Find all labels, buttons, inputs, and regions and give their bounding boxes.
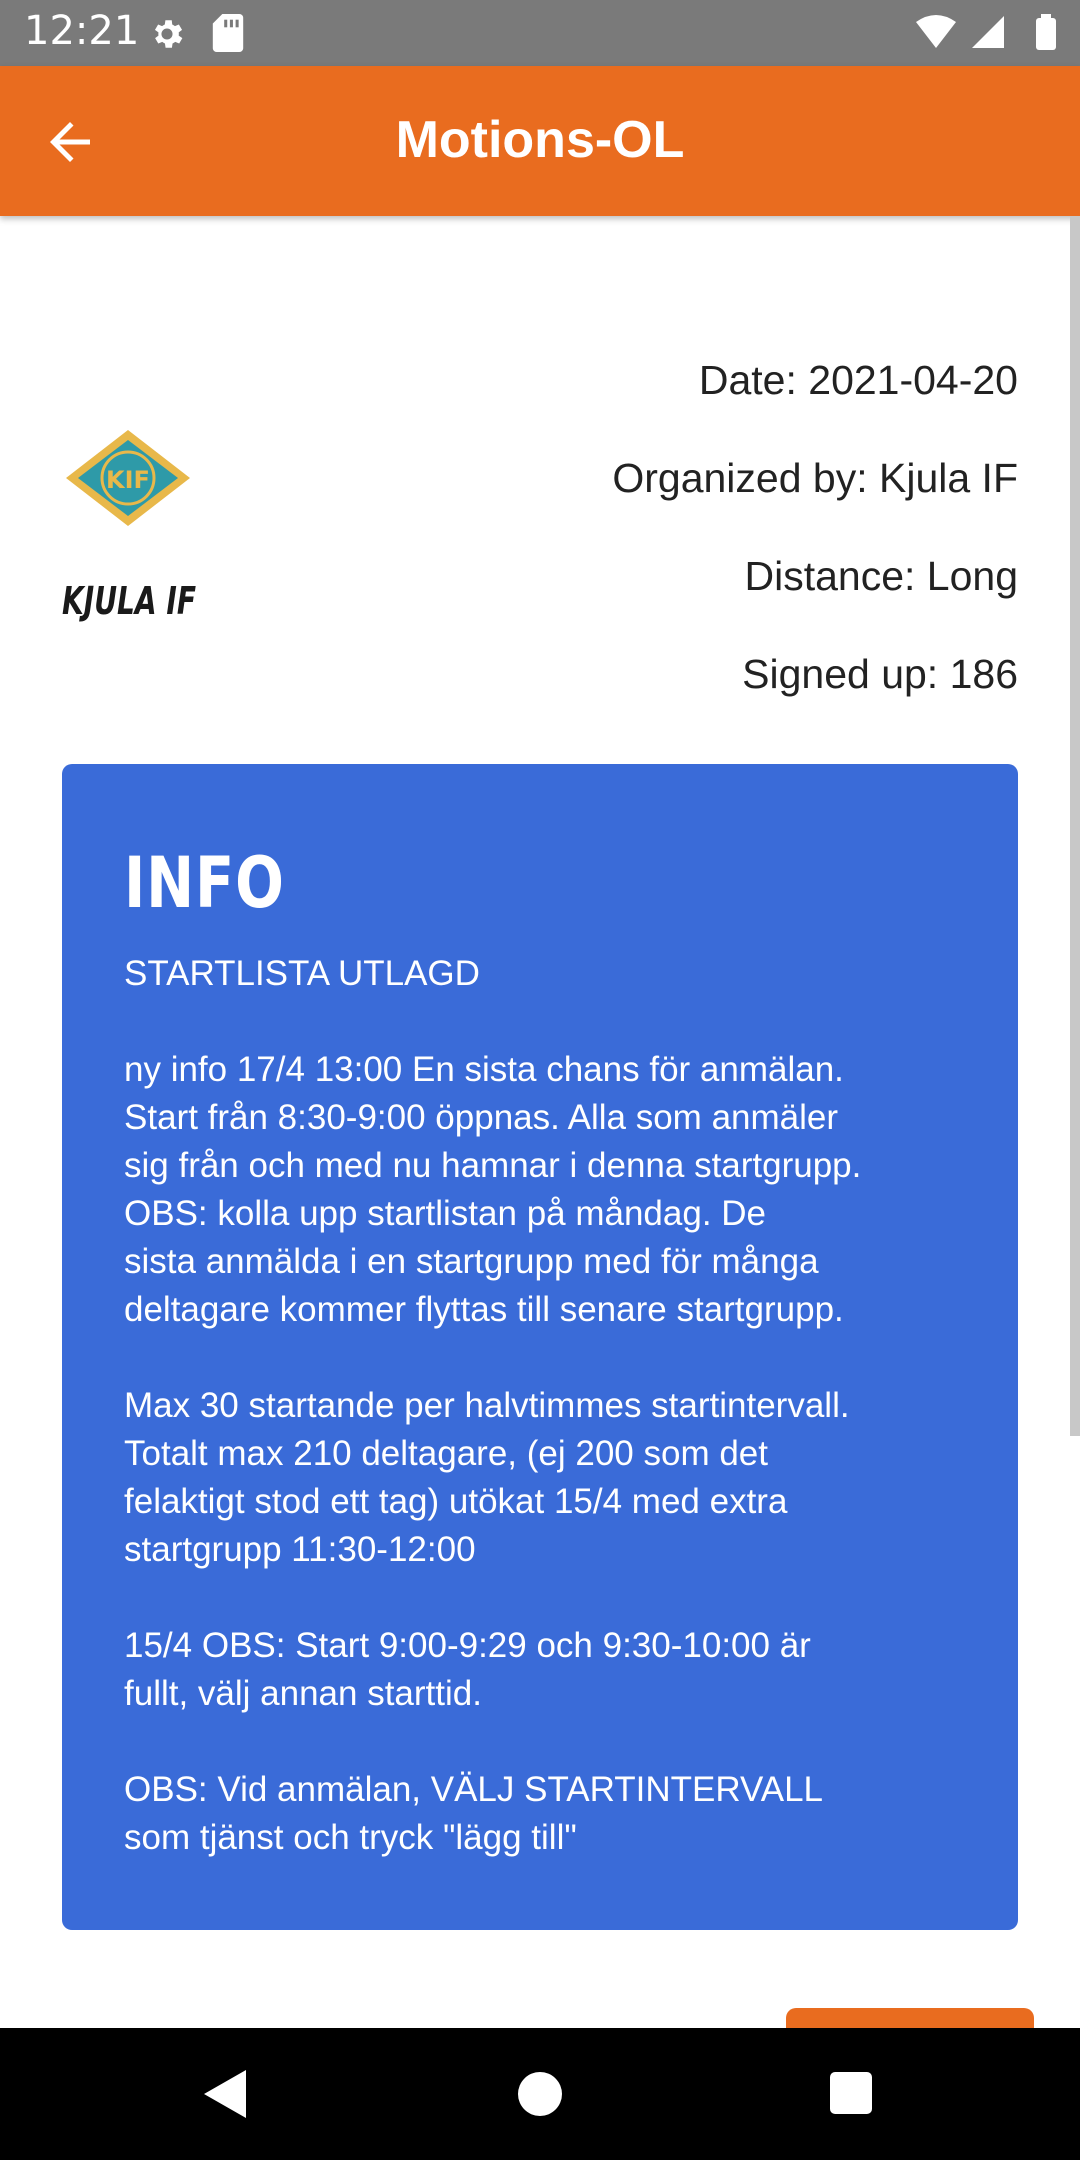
info-paragraph: OBS: Vid anmälan, VÄLJ STARTINTERVALL so… <box>124 1770 824 1857</box>
status-bar: 12:21 <box>0 0 1080 66</box>
event-date: Date: 2021-04-20 <box>698 357 1018 403</box>
status-time: 12:21 <box>24 8 140 54</box>
signal-icon <box>972 16 1004 48</box>
event-meta: Date: 2021-04-20 Organized by: Kjula IF … <box>612 350 1018 742</box>
recents-square-icon[interactable] <box>830 2072 872 2114</box>
info-body: STARTLISTA UTLAGD ny info 17/4 13:00 En … <box>124 950 984 1910</box>
event-signed-up: Signed up: 186 <box>742 651 1018 697</box>
system-nav-bar <box>0 2028 1080 2160</box>
sd-card-icon <box>212 14 244 52</box>
info-card: INFO STARTLISTA UTLAGD ny info 17/4 13:0… <box>62 764 1018 1930</box>
info-paragraph: STARTLISTA UTLAGD <box>124 954 480 993</box>
info-paragraph: 15/4 OBS: Start 9:00-9:29 och 9:30-10:00… <box>124 1626 811 1713</box>
wifi-icon <box>916 15 956 48</box>
club-logo: KIF KJULA IF <box>62 430 196 623</box>
battery-icon <box>1036 14 1056 50</box>
connectivity-icons <box>916 14 1056 50</box>
page-title: Motions-OL <box>395 111 685 169</box>
next-section-button[interactable] <box>786 2008 1034 2030</box>
svg-text:KIF: KIF <box>106 466 150 494</box>
scrollbar[interactable] <box>1070 216 1080 1436</box>
info-heading: INFO <box>124 842 285 924</box>
logo-text: KJULA IF <box>62 579 196 623</box>
info-paragraph: ny info 17/4 13:00 En sista chans för an… <box>124 1050 862 1329</box>
gear-icon <box>154 20 183 48</box>
back-triangle-icon[interactable] <box>200 2068 250 2120</box>
event-distance: Distance: Long <box>744 553 1018 599</box>
info-paragraph: Max 30 startande per halvtimmes startint… <box>124 1386 850 1569</box>
home-circle-icon[interactable] <box>518 2072 562 2116</box>
event-organizer: Organized by: Kjula IF <box>612 455 1018 501</box>
next-section <box>0 1930 1080 2030</box>
app-bar: Motions-OL <box>0 66 1080 216</box>
